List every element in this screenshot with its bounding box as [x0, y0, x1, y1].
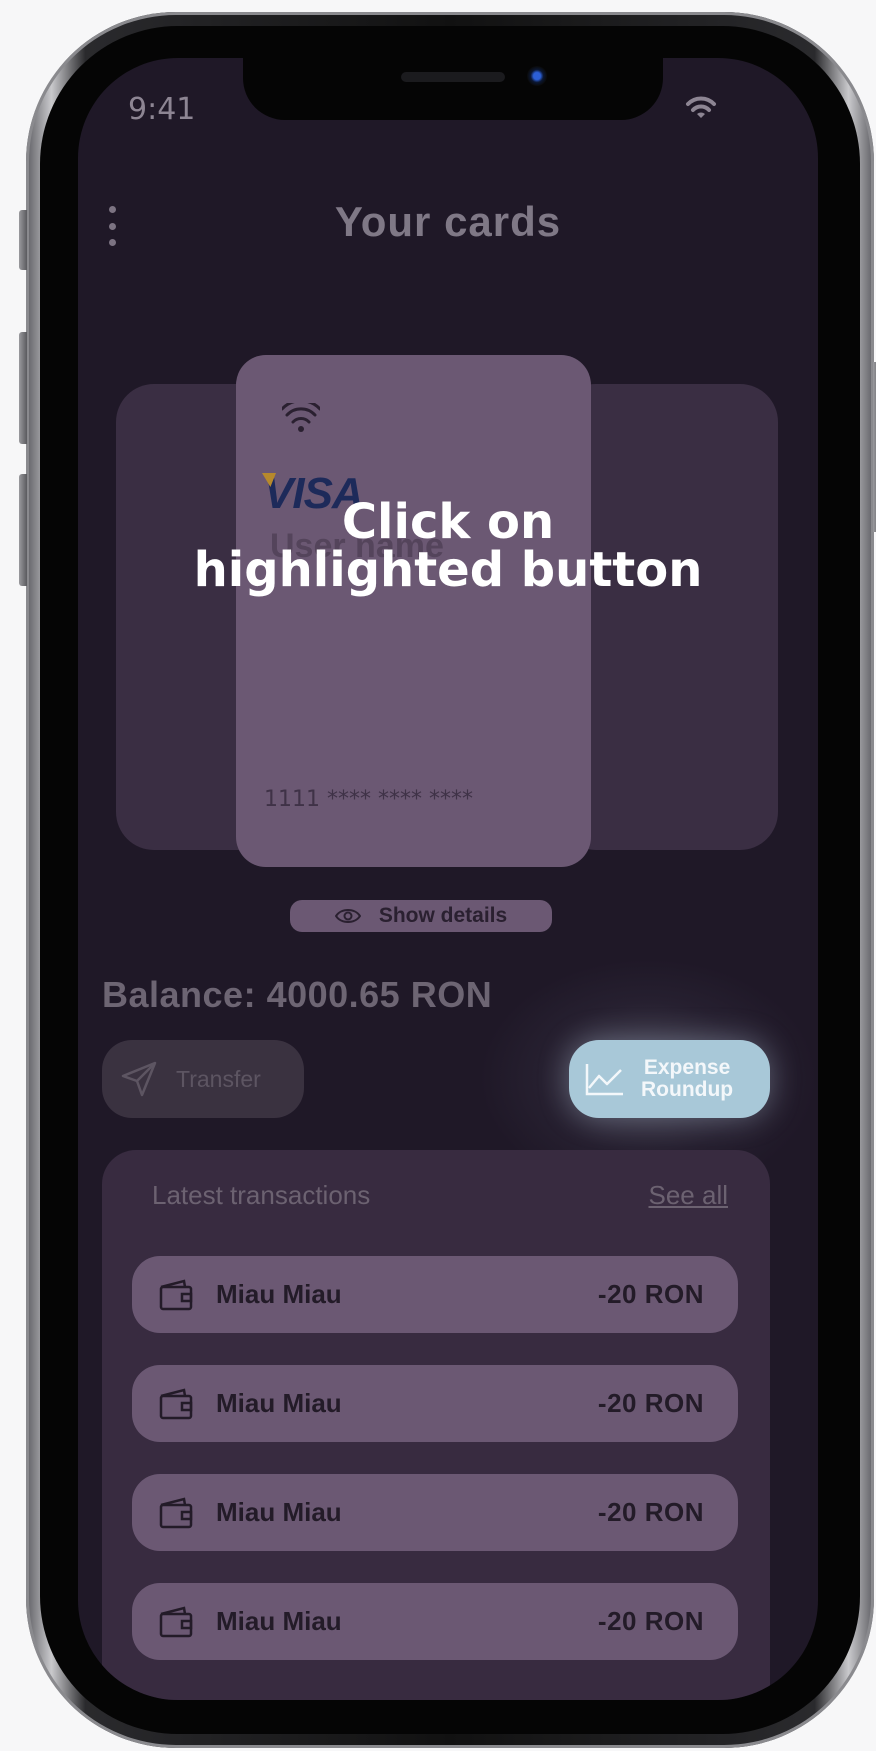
- chart-line-icon: [585, 1064, 623, 1096]
- transaction-row[interactable]: Miau Miau -20 RON: [132, 1365, 738, 1442]
- transactions-title: Latest transactions: [152, 1180, 371, 1210]
- transaction-name: Miau Miau: [216, 1388, 342, 1418]
- wallet-icon: [159, 1605, 193, 1637]
- expense-roundup-line1: Expense: [643, 1055, 731, 1079]
- show-details-button[interactable]: Show details: [290, 900, 552, 932]
- app-screen: 9:41 Your cards VISA User name 1111 ****…: [78, 58, 818, 1700]
- volume-down-button: [19, 474, 27, 586]
- transaction-row[interactable]: Miau Miau -20 RON: [132, 1256, 738, 1333]
- transactions-header: Latest transactions See all: [152, 1180, 728, 1211]
- tutorial-overlay-text: Click on highlighted button: [78, 498, 818, 594]
- card-back-right[interactable]: [558, 384, 778, 850]
- contactless-icon: [282, 403, 320, 432]
- show-details-label: Show details: [378, 904, 508, 927]
- transaction-row[interactable]: Miau Miau -20 RON: [132, 1474, 738, 1551]
- notch: [243, 58, 663, 120]
- transaction-row[interactable]: Miau Miau -20 RON: [132, 1583, 738, 1660]
- expense-roundup-label: Expense Roundup: [641, 1055, 734, 1101]
- expense-roundup-button[interactable]: Expense Roundup: [569, 1040, 770, 1118]
- transaction-name: Miau Miau: [216, 1279, 342, 1309]
- transaction-name: Miau Miau: [216, 1606, 342, 1636]
- transaction-amount: -20 RON: [597, 1497, 704, 1527]
- status-time: 9:41: [128, 92, 196, 127]
- see-all-link[interactable]: See all: [649, 1180, 729, 1211]
- payment-card[interactable]: VISA User name 1111 **** **** ****: [236, 355, 591, 867]
- speaker: [401, 72, 505, 82]
- transaction-amount: -20 RON: [597, 1606, 704, 1636]
- card-number: 1111 **** **** ****: [264, 787, 473, 812]
- front-camera: [527, 66, 547, 86]
- eye-icon: [334, 909, 361, 923]
- wallet-icon: [159, 1387, 193, 1419]
- transactions-panel: Latest transactions See all Miau Miau -2…: [102, 1150, 770, 1700]
- wifi-icon: [686, 96, 716, 118]
- status-icons: [684, 94, 718, 125]
- transfer-label: Transfer: [176, 1065, 261, 1092]
- send-icon: [121, 1061, 157, 1097]
- silent-switch: [19, 210, 27, 270]
- overlay-line1: Click on: [341, 494, 555, 550]
- balance-text: Balance: 4000.65 RON: [102, 974, 493, 1015]
- transaction-name: Miau Miau: [216, 1497, 342, 1527]
- overlay-line2: highlighted button: [193, 542, 703, 598]
- transaction-amount: -20 RON: [597, 1279, 704, 1309]
- expense-roundup-line2: Roundup: [641, 1078, 734, 1101]
- transfer-button[interactable]: Transfer: [102, 1040, 304, 1118]
- wallet-icon: [159, 1278, 193, 1310]
- volume-up-button: [19, 332, 27, 444]
- page-title: Your cards: [334, 198, 562, 245]
- transaction-amount: -20 RON: [597, 1388, 704, 1418]
- wallet-icon: [159, 1496, 193, 1528]
